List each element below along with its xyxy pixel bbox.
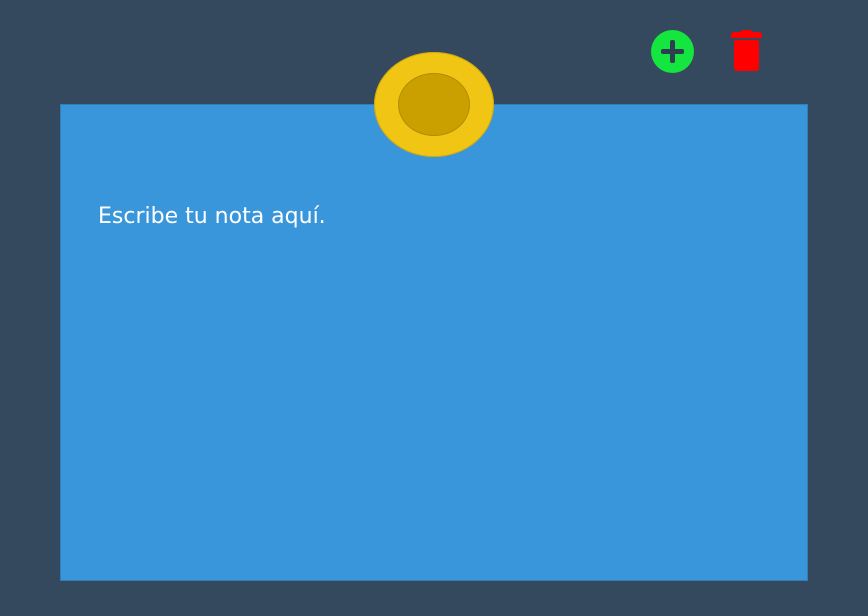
note-text-area[interactable]: Escribe tu nota aquí. — [98, 203, 758, 231]
delete-note-button[interactable] — [730, 30, 763, 72]
note-card: Escribe tu nota aquí. — [60, 104, 808, 581]
pushpin-icon — [374, 52, 494, 157]
add-note-button[interactable] — [651, 30, 694, 73]
trash-icon-lid — [731, 32, 762, 38]
plus-icon-vertical — [670, 40, 675, 63]
pushpin-head — [398, 73, 470, 136]
trash-icon-body — [734, 40, 759, 71]
